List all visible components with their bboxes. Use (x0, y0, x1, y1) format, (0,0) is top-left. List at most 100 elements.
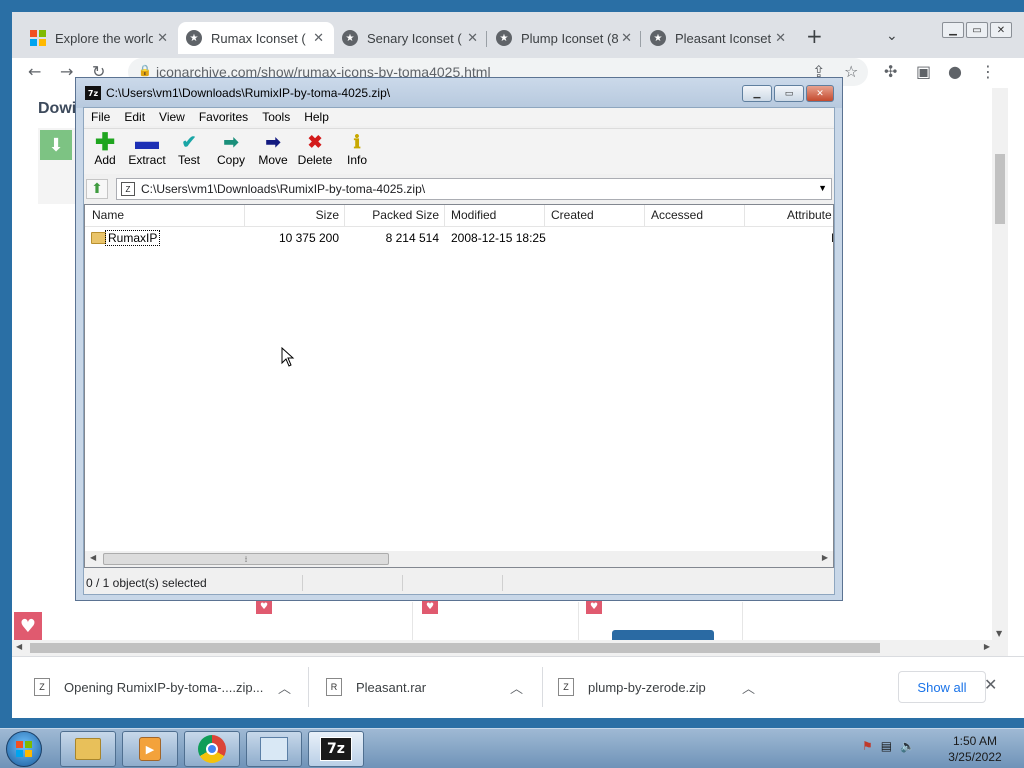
info-button[interactable]: ℹ Info (336, 131, 378, 168)
add-button[interactable]: ✚ Add (84, 129, 126, 168)
column-created[interactable]: Created (545, 205, 645, 227)
download-shelf: Z Opening RumixIP-by-toma-....zip... ︿ R… (12, 656, 1024, 718)
taskbar-control-panel[interactable] (246, 731, 302, 767)
test-button[interactable]: ✔ Test (168, 131, 210, 168)
close-icon[interactable]: ✕ (990, 22, 1012, 38)
bookmark-star-icon[interactable]: ☆ (844, 62, 858, 81)
control-panel-icon (260, 737, 288, 761)
page-heading: Dowi (38, 100, 77, 117)
page-horizontal-scrollbar[interactable]: ◀ ▶ (12, 640, 1008, 656)
column-accessed[interactable]: Accessed (645, 205, 745, 227)
action-center-icon[interactable]: ⚑ (862, 739, 873, 753)
taskbar-media-player[interactable]: ▶ (122, 731, 178, 767)
7zip-title-bar[interactable]: 7z C:\Users\vm1\Downloads\RumixIP-by-tom… (76, 78, 842, 108)
move-button[interactable]: ➡ Move (252, 131, 294, 168)
start-button[interactable] (6, 731, 42, 767)
folder-up-icon[interactable]: ⬆ (86, 179, 108, 199)
profile-icon[interactable]: ● (948, 62, 962, 81)
scrollbar-thumb[interactable]: ⁞ (103, 553, 389, 565)
column-packed-size[interactable]: Packed Size (345, 205, 445, 227)
heart-icon[interactable]: ♥ (256, 600, 272, 614)
tab-senary[interactable]: ★ Senary Iconset ( ✕ (334, 22, 488, 54)
volume-icon[interactable]: 🔈 (900, 739, 915, 753)
minus-icon: ▬ (135, 128, 159, 155)
heart-icon[interactable]: ♥ (14, 612, 42, 640)
desktop-top-edge (0, 0, 1024, 12)
menu-edit[interactable]: Edit (117, 110, 152, 124)
chevron-up-icon[interactable]: ︿ (510, 678, 523, 697)
page-vertical-scrollbar[interactable]: ▼ (992, 88, 1008, 640)
download-icon[interactable]: ⬇ (40, 130, 72, 160)
tab-plump[interactable]: ★ Plump Iconset (8 ✕ (488, 22, 642, 54)
rar-file-icon: R (326, 678, 342, 696)
scroll-down-icon[interactable]: ▼ (996, 629, 1002, 638)
delete-button[interactable]: ✖ Delete (294, 131, 336, 168)
chevron-up-icon[interactable]: ︿ (742, 678, 755, 697)
download-item[interactable]: Z plump-by-zerode.zip ︿ (558, 657, 768, 717)
7zip-icon: 7z (320, 737, 352, 761)
scrollbar-thumb[interactable] (995, 154, 1005, 224)
minimize-icon[interactable]: ▁ (742, 85, 772, 102)
maximize-icon[interactable]: ▭ (774, 85, 804, 102)
file-list[interactable]: Name Size Packed Size Modified Created A… (84, 204, 834, 568)
new-tab-icon[interactable]: + (806, 24, 823, 48)
show-all-button[interactable]: Show all (898, 671, 986, 703)
tab-explore[interactable]: Explore the world ✕ (22, 22, 178, 54)
media-player-icon: ▶ (139, 737, 161, 761)
download-item[interactable]: R Pleasant.rar ︿ (326, 657, 546, 717)
column-size[interactable]: Size (245, 205, 345, 227)
scrollbar-thumb[interactable] (30, 643, 880, 653)
heart-icon[interactable]: ♥ (586, 600, 602, 614)
close-icon[interactable]: ✕ (984, 675, 997, 694)
maximize-icon[interactable]: ▭ (966, 22, 988, 38)
scroll-right-icon[interactable]: ▶ (822, 553, 828, 562)
chevron-down-icon[interactable]: ▼ (818, 183, 827, 193)
tab-pleasant[interactable]: ★ Pleasant Iconset ✕ (642, 22, 796, 54)
taskbar-chrome[interactable] (184, 731, 240, 767)
menu-view[interactable]: View (152, 110, 192, 124)
table-row[interactable]: RumaxIP 10 375 200 8 214 514 2008-12-15 … (85, 229, 833, 247)
scroll-left-icon[interactable]: ◀ (90, 553, 96, 562)
network-icon[interactable]: ▤ (881, 739, 892, 753)
taskbar-7zip[interactable]: 7z (308, 731, 364, 767)
side-panel-icon[interactable]: ▣ (916, 62, 931, 81)
chevron-up-icon[interactable]: ︿ (278, 678, 291, 697)
scroll-left-icon[interactable]: ◀ (16, 642, 22, 651)
minimize-icon[interactable]: ▁ (942, 22, 964, 38)
list-horizontal-scrollbar[interactable]: ◀ ⁞ ▶ (85, 551, 833, 567)
forward-arrow-icon[interactable]: → (60, 62, 73, 81)
clock[interactable]: 1:50 AM 3/25/2022 (940, 733, 1010, 765)
extensions-icon[interactable]: ✣ (884, 62, 897, 81)
chevron-down-icon[interactable]: ⌄ (886, 28, 898, 44)
back-arrow-icon[interactable]: ← (28, 62, 41, 81)
taskbar-explorer[interactable] (60, 731, 116, 767)
icon-thumbnail[interactable] (612, 630, 714, 640)
close-icon[interactable]: ✕ (621, 30, 632, 46)
close-icon[interactable]: ✕ (313, 30, 324, 46)
menu-help[interactable]: Help (297, 110, 336, 124)
close-icon[interactable]: ✕ (806, 85, 834, 102)
download-item[interactable]: Z Opening RumixIP-by-toma-....zip... ︿ (34, 657, 304, 717)
column-modified[interactable]: Modified (445, 205, 545, 227)
copy-button[interactable]: ➡ Copy (210, 131, 252, 168)
close-icon[interactable]: ✕ (157, 30, 168, 46)
tab-rumax[interactable]: ★ Rumax Iconset ( ✕ (178, 22, 334, 54)
copy-label: Copy (216, 153, 245, 167)
column-name[interactable]: Name (85, 205, 245, 227)
menu-file[interactable]: File (84, 110, 117, 124)
path-combobox[interactable]: Z C:\Users\vm1\Downloads\RumixIP-by-toma… (116, 178, 832, 200)
extract-button[interactable]: ▬ Extract (126, 128, 168, 167)
close-icon[interactable]: ✕ (467, 30, 478, 46)
close-icon[interactable]: ✕ (775, 30, 786, 46)
windows-logo-icon (16, 741, 32, 757)
menu-dots-icon[interactable]: ⋮ (980, 62, 996, 81)
status-divider (302, 575, 303, 591)
explorer-icon (75, 738, 101, 760)
scroll-right-icon[interactable]: ▶ (984, 642, 990, 651)
heart-icon[interactable]: ♥ (422, 600, 438, 614)
menu-tools[interactable]: Tools (255, 110, 297, 124)
download-label: plump-by-zerode.zip (588, 679, 706, 695)
card-divider (578, 602, 579, 640)
column-attribute[interactable]: Attribute (745, 205, 833, 227)
menu-favorites[interactable]: Favorites (192, 110, 255, 124)
